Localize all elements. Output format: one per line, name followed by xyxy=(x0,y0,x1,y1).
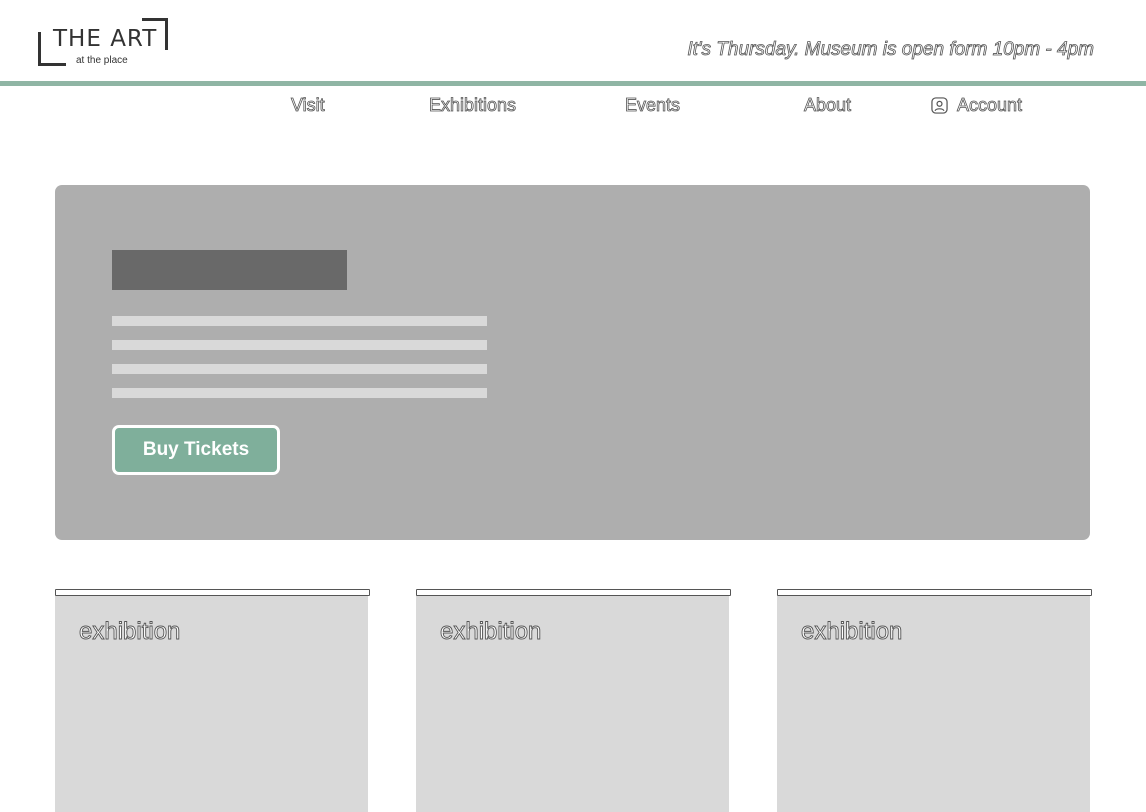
logo-title: THE ART xyxy=(53,26,158,52)
nav-item-account[interactable]: Account xyxy=(931,95,1022,116)
nav-item-about[interactable]: About xyxy=(804,95,852,116)
header-divider xyxy=(0,81,1146,86)
hero-banner: Buy Tickets xyxy=(55,185,1090,540)
nav-item-account-label: Account xyxy=(957,95,1023,116)
nav-item-exhibitions[interactable]: Exhibitions xyxy=(429,95,517,116)
hero-text-placeholder-line xyxy=(112,388,487,398)
nav-item-events[interactable]: Events xyxy=(625,95,681,116)
logo[interactable]: THE ART at the place xyxy=(38,16,170,70)
account-icon xyxy=(931,97,948,114)
nav-item-visit[interactable]: Visit xyxy=(291,95,325,116)
hero-text-placeholder-line xyxy=(112,340,487,350)
exhibition-card[interactable]: exhibition xyxy=(777,589,1092,812)
exhibition-card[interactable]: exhibition xyxy=(55,589,370,812)
buy-tickets-button[interactable]: Buy Tickets xyxy=(112,425,280,475)
opening-hours-text: It's Thursday. Museum is open form 10pm … xyxy=(687,39,1094,61)
exhibition-card-label: exhibition xyxy=(801,618,903,646)
hero-text-placeholder-line xyxy=(112,364,487,374)
exhibition-card[interactable]: exhibition xyxy=(416,589,731,812)
exhibition-card-label: exhibition xyxy=(79,618,181,646)
exhibition-card-label: exhibition xyxy=(440,618,542,646)
hero-text-placeholder-line xyxy=(112,316,487,326)
page: THE ART at the place It's Thursday. Muse… xyxy=(0,0,1146,812)
hero-title-placeholder xyxy=(112,250,347,290)
logo-subtitle: at the place xyxy=(76,55,128,66)
